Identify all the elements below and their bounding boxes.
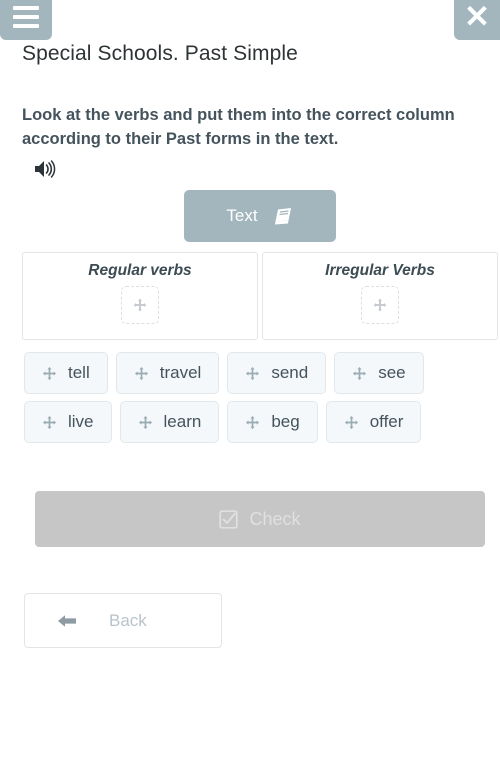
verb-chip-label: see	[378, 363, 406, 382]
arrow-left-icon	[25, 612, 109, 630]
exercise-screen: ✕ Special Schools. Past Simple Look at t…	[0, 0, 500, 765]
move-arrows-icon	[132, 297, 148, 313]
speaker-volume-icon[interactable]	[32, 158, 58, 180]
drop-panel-regular-verbs[interactable]: Regular verbs	[22, 252, 258, 340]
drop-panel-irregular-verbs[interactable]: Irregular Verbs	[262, 252, 498, 340]
move-arrows-icon	[134, 366, 149, 381]
text-button[interactable]: Text	[184, 190, 336, 242]
hamburger-menu-icon-bar	[13, 15, 39, 19]
verb-chip-label: travel	[159, 363, 202, 382]
hamburger-menu-icon	[13, 6, 39, 10]
verb-chip[interactable]: beg	[227, 401, 318, 443]
verb-chip-label: tell	[68, 363, 90, 382]
check-button[interactable]: Check	[35, 491, 485, 547]
verb-chip[interactable]: learn	[119, 401, 220, 443]
page-title: Special Schools. Past Simple	[22, 42, 298, 65]
move-arrows-icon	[352, 366, 367, 381]
close-button[interactable]: ✕	[454, 0, 500, 40]
verb-chip[interactable]: tell	[24, 352, 108, 394]
drop-target[interactable]	[361, 286, 399, 324]
move-arrows-icon	[42, 415, 57, 430]
close-x-icon: ✕	[464, 0, 490, 34]
verb-chip-label: send	[271, 363, 309, 382]
verb-chip-list: tell travel send see live learn beg offe…	[24, 352, 474, 443]
menu-button[interactable]	[0, 0, 52, 40]
move-arrows-icon	[245, 366, 260, 381]
move-arrows-icon	[344, 415, 359, 430]
instruction-text: Look at the verbs and put them into the …	[22, 106, 455, 148]
verb-chip[interactable]: travel	[115, 352, 220, 394]
verb-chip-label: offer	[369, 412, 404, 431]
verb-chip-label: beg	[271, 412, 300, 431]
verb-chip[interactable]: offer	[325, 401, 422, 443]
verb-chip[interactable]: see	[334, 352, 424, 394]
back-button[interactable]: Back	[24, 593, 222, 648]
verb-chip-label: learn	[163, 412, 202, 431]
hamburger-menu-icon-bar	[13, 24, 39, 28]
back-button-label: Back	[109, 610, 147, 630]
verb-chip[interactable]: send	[227, 352, 327, 394]
move-arrows-icon	[42, 366, 57, 381]
drop-target[interactable]	[121, 286, 159, 324]
move-arrows-icon	[372, 297, 388, 313]
text-button-label: Text	[226, 206, 258, 225]
move-arrows-icon	[245, 415, 260, 430]
panel-title: Regular verbs	[88, 262, 192, 279]
verb-chip[interactable]: live	[24, 401, 112, 443]
checkbox-checked-icon	[219, 509, 239, 529]
check-button-label: Check	[249, 508, 301, 529]
verb-chip-label: live	[68, 412, 94, 431]
book-icon	[272, 206, 294, 226]
panel-title: Irregular Verbs	[325, 262, 435, 279]
drop-zone-panels: Regular verbs Irregular Verbs	[22, 252, 500, 340]
move-arrows-icon	[138, 415, 153, 430]
